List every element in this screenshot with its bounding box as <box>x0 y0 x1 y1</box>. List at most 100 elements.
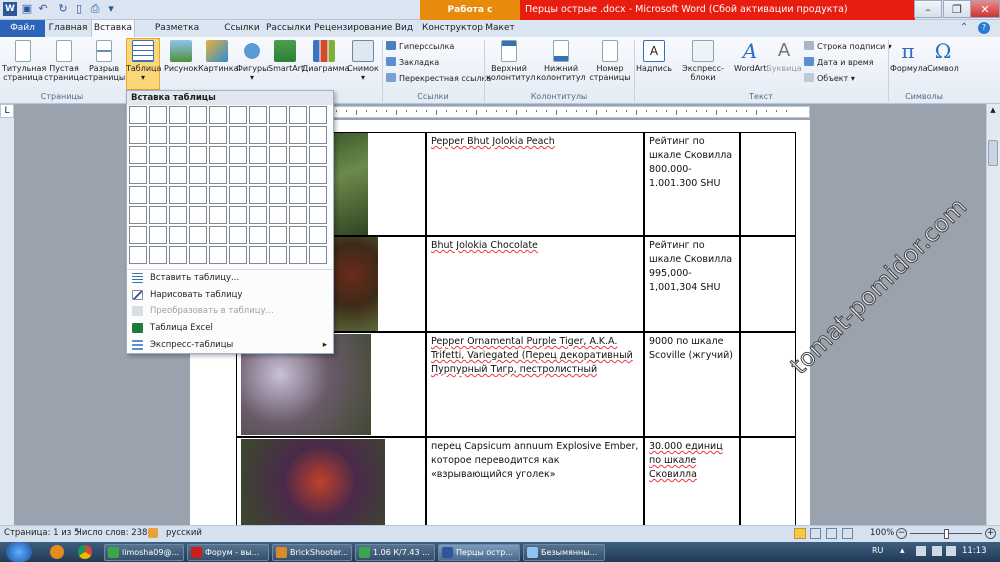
table-grid-cell[interactable] <box>189 166 207 184</box>
blank-page-button[interactable]: Пустая страница <box>44 40 84 82</box>
menu-quick-tables[interactable]: Экспресс-таблицы ▸ <box>127 337 333 353</box>
table-grid-cell[interactable] <box>309 206 327 224</box>
table-grid-cell[interactable] <box>269 106 287 124</box>
table-grid-cell[interactable] <box>309 246 327 264</box>
table-cell-name[interactable]: перец Capsicum annuum Explosive Ember, к… <box>426 437 644 527</box>
quick-parts-button[interactable]: Экспресс-блоки <box>672 40 734 82</box>
tab-file[interactable]: Файл <box>0 20 45 37</box>
table-grid-cell[interactable] <box>149 166 167 184</box>
table-grid-cell[interactable] <box>189 186 207 204</box>
table-grid-cell[interactable] <box>249 226 267 244</box>
qat-dropdown-icon[interactable]: ▾ <box>104 2 118 16</box>
help-icon[interactable]: ? <box>978 22 990 34</box>
table-grid-cell[interactable] <box>189 226 207 244</box>
table-grid-cell[interactable] <box>169 246 187 264</box>
full-screen-view-icon[interactable] <box>810 528 821 539</box>
status-words[interactable]: Число слов: 238 <box>76 526 147 541</box>
vertical-scrollbar[interactable] <box>986 104 1000 525</box>
table-grid-cell[interactable] <box>309 146 327 164</box>
table-grid-cell[interactable] <box>229 206 247 224</box>
table-grid-cell[interactable] <box>269 166 287 184</box>
table-cell-name[interactable]: Pepper Ornamental Purple Tiger, A.K.A. T… <box>426 332 644 437</box>
table-grid-cell[interactable] <box>129 126 147 144</box>
formula-button[interactable]: π Формула <box>890 40 928 73</box>
table-grid-cell[interactable] <box>169 146 187 164</box>
table-grid-cell[interactable] <box>149 186 167 204</box>
word-icon[interactable]: W <box>3 2 17 16</box>
table-grid-cell[interactable] <box>249 166 267 184</box>
table-grid-cell[interactable] <box>129 186 147 204</box>
table-grid-cell[interactable] <box>289 106 307 124</box>
signature-line-button[interactable]: Строка подписи ▾ <box>804 41 892 52</box>
taskbar-item[interactable]: Форум - вы... <box>187 544 269 561</box>
menu-draw-table[interactable]: Нарисовать таблицу <box>127 287 333 303</box>
proofing-icon[interactable] <box>148 528 158 538</box>
shapes-button[interactable]: Фигуры ▾ <box>236 40 268 82</box>
print-layout-view-icon[interactable] <box>794 528 806 539</box>
tab-insert[interactable]: Вставка <box>91 19 135 37</box>
hyperlink-button[interactable]: Гиперссылка <box>386 41 454 52</box>
minimize-button[interactable]: – <box>914 0 942 18</box>
table-grid-cell[interactable] <box>229 226 247 244</box>
table-grid-cell[interactable] <box>289 226 307 244</box>
table-cell-empty[interactable] <box>740 332 796 437</box>
table-grid-cell[interactable] <box>189 206 207 224</box>
table-grid-cell[interactable] <box>289 126 307 144</box>
table-grid-cell[interactable] <box>209 166 227 184</box>
table-cell-name[interactable]: Bhut Jolokia Chocolate <box>426 236 644 332</box>
table-grid-cell[interactable] <box>149 126 167 144</box>
web-layout-view-icon[interactable] <box>826 528 837 539</box>
table-grid-cell[interactable] <box>229 146 247 164</box>
table-cell-rating[interactable]: Рейтинг по шкале Сковилла 800.000-1.001.… <box>644 132 740 236</box>
table-grid-cell[interactable] <box>169 186 187 204</box>
page-number-button[interactable]: Номер страницы <box>588 40 632 82</box>
tab-view[interactable]: Вид <box>392 20 416 37</box>
table-grid-cell[interactable] <box>149 146 167 164</box>
new-doc-icon[interactable]: ▯ <box>72 2 86 16</box>
zoom-in-icon[interactable]: + <box>985 528 996 539</box>
table-grid-cell[interactable] <box>269 246 287 264</box>
table-cell-empty[interactable] <box>740 437 796 527</box>
undo-icon[interactable]: ↶ <box>36 2 50 16</box>
table-grid-cell[interactable] <box>209 246 227 264</box>
scroll-thumb[interactable] <box>988 140 998 166</box>
clock[interactable]: 11:13 <box>962 546 987 556</box>
table-grid-cell[interactable] <box>189 146 207 164</box>
print-icon[interactable]: ⎙ <box>88 2 102 16</box>
tab-home[interactable]: Главная <box>48 20 88 37</box>
table-grid-cell[interactable] <box>169 126 187 144</box>
table-grid-cell[interactable] <box>169 106 187 124</box>
table-grid-cell[interactable] <box>309 166 327 184</box>
table-cell-name[interactable]: Pepper Bhut Jolokia Peach <box>426 132 644 236</box>
table-grid-cell[interactable] <box>169 166 187 184</box>
table-grid-cell[interactable] <box>309 226 327 244</box>
vertical-ruler[interactable] <box>0 118 14 525</box>
taskbar-item-active[interactable]: Перцы остр... <box>438 544 520 561</box>
scroll-up-icon[interactable]: ▲ <box>988 106 998 118</box>
redo-icon[interactable]: ↻ <box>56 2 70 16</box>
tab-review[interactable]: Рецензирование <box>314 20 392 37</box>
cover-page-button[interactable]: Титульная страница <box>2 40 46 82</box>
table-grid-cell[interactable] <box>289 186 307 204</box>
tab-references[interactable]: Ссылки <box>222 20 262 37</box>
table-grid-cell[interactable] <box>209 146 227 164</box>
table-grid-cell[interactable] <box>229 106 247 124</box>
table-cell-empty[interactable] <box>740 236 796 332</box>
table-grid-cell[interactable] <box>249 246 267 264</box>
table-grid-cell[interactable] <box>269 146 287 164</box>
screenshot-button[interactable]: Снимок ▾ <box>346 40 380 82</box>
chrome-icon[interactable] <box>78 545 92 559</box>
table-grid-cell[interactable] <box>269 126 287 144</box>
table-grid-cell[interactable] <box>149 206 167 224</box>
table-grid-cell[interactable] <box>229 126 247 144</box>
outline-view-icon[interactable] <box>842 528 853 539</box>
taskbar-item[interactable]: BrickShooter... <box>272 544 352 561</box>
table-grid-cell[interactable] <box>209 226 227 244</box>
chart-button[interactable]: Диаграмма <box>302 40 350 73</box>
table-grid-cell[interactable] <box>269 206 287 224</box>
object-button[interactable]: Объект ▾ <box>804 73 855 84</box>
tab-mailings[interactable]: Рассылки <box>266 20 311 37</box>
table-grid-cell[interactable] <box>129 246 147 264</box>
table-grid-cell[interactable] <box>149 226 167 244</box>
start-button[interactable] <box>6 542 32 562</box>
